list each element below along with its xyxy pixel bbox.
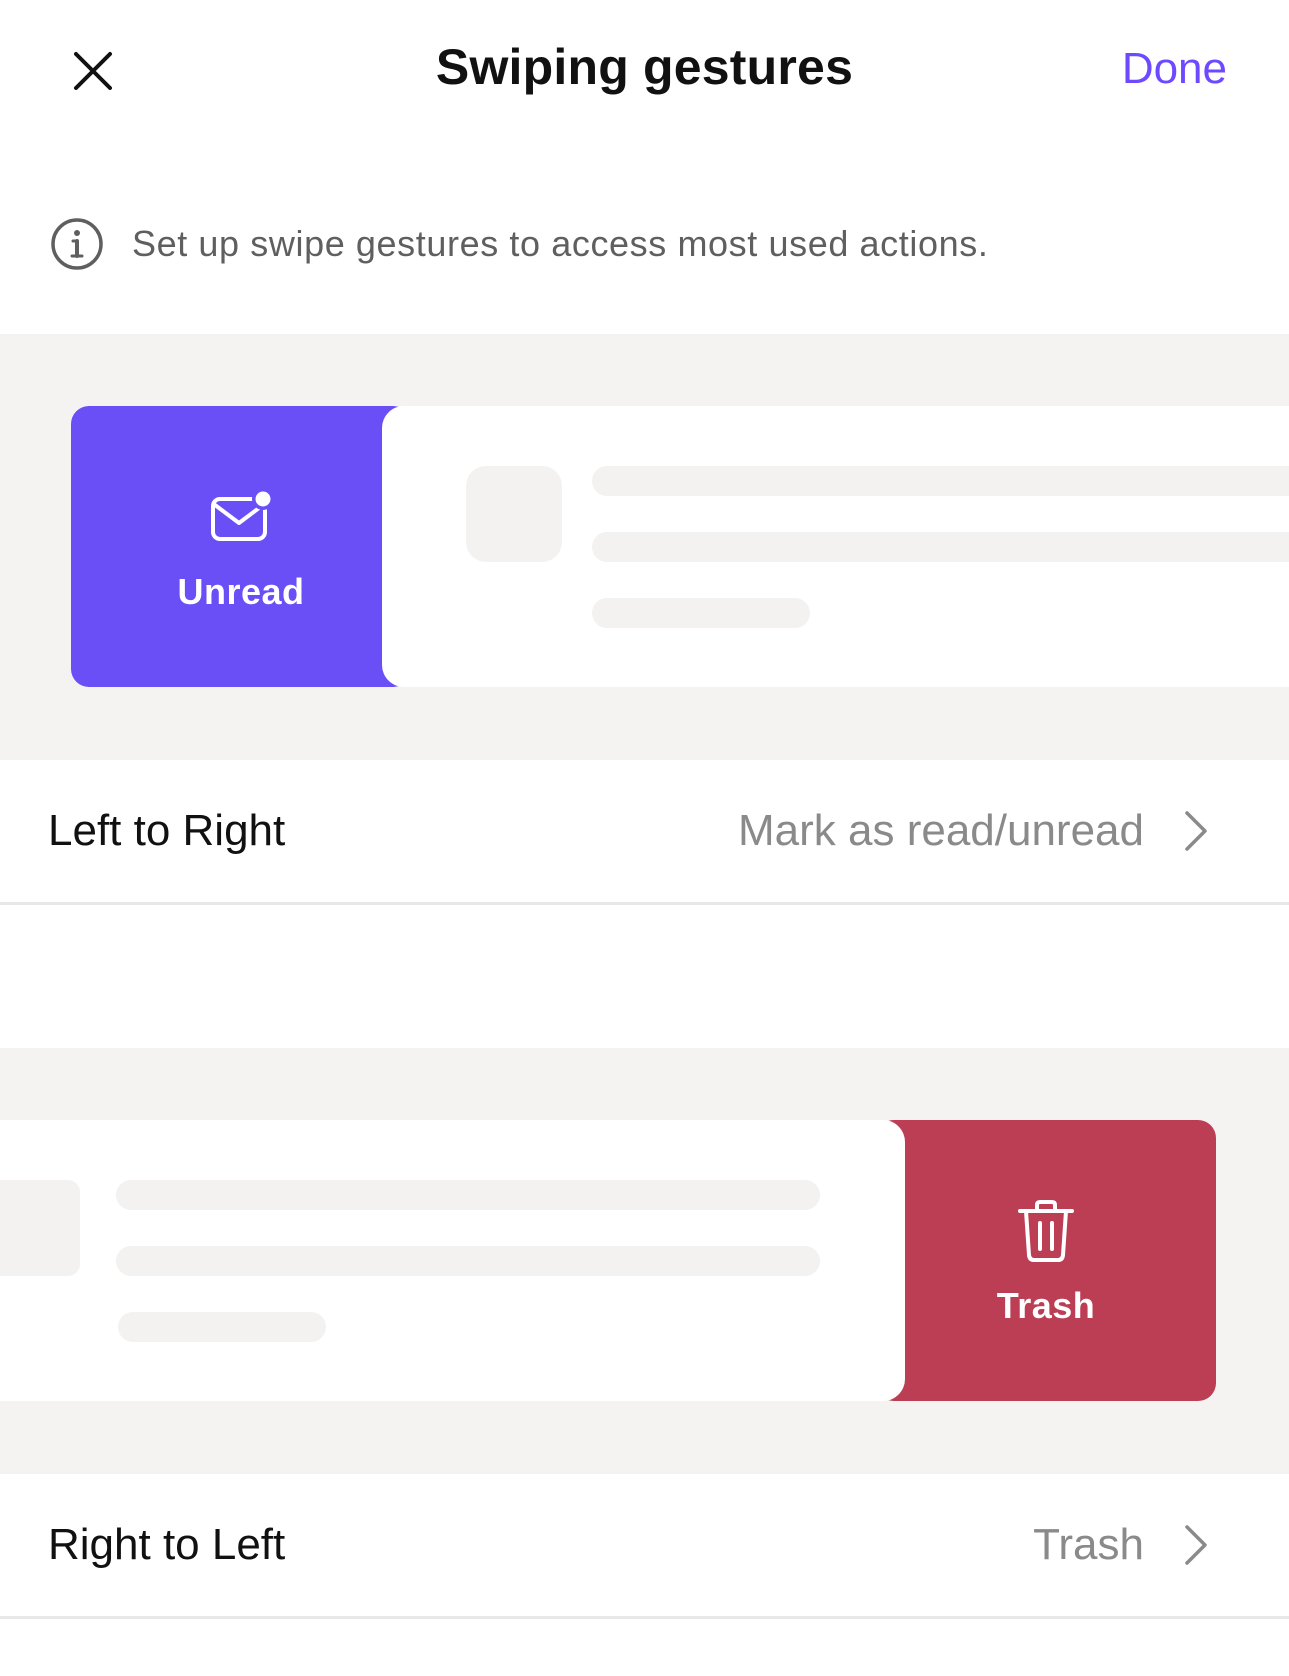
row-label: Right to Left: [48, 1520, 286, 1569]
chevron-right-icon: [1185, 1525, 1207, 1565]
message-card-placeholder: [0, 1120, 905, 1401]
text-line-placeholder: [116, 1246, 820, 1276]
avatar-placeholder: [466, 466, 562, 562]
swiping-gestures-sheet: Swiping gestures Done Set up swipe gestu…: [0, 0, 1289, 1676]
text-line-placeholder: [592, 532, 1289, 562]
text-line-placeholder: [592, 598, 810, 628]
unread-action-tile: Unread: [71, 406, 411, 687]
trash-action-tile: Trash: [876, 1120, 1216, 1401]
unread-action-label: Unread: [177, 570, 305, 612]
message-card-placeholder: [382, 406, 1289, 687]
envelope-unread-icon: [211, 487, 274, 541]
trash-action-label: Trash: [996, 1284, 1096, 1326]
text-line-placeholder: [116, 1180, 820, 1210]
chevron-right-icon: [1185, 811, 1207, 851]
text-line-placeholder: [592, 466, 1289, 496]
done-button[interactable]: Done: [1122, 44, 1227, 94]
row-value: Mark as read/unread: [738, 806, 1144, 855]
left-to-right-preview: Unread: [0, 334, 1289, 760]
left-to-right-setting-row[interactable]: Left to Right Mark as read/unread: [0, 760, 1289, 905]
right-to-left-setting-row[interactable]: Right to Left Trash: [0, 1474, 1289, 1619]
page-title: Swiping gestures: [435, 39, 854, 95]
info-message: Set up swipe gestures to access most use…: [50, 217, 988, 271]
avatar-placeholder: [0, 1180, 80, 1276]
right-to-left-preview: Trash: [0, 1048, 1289, 1474]
row-label: Left to Right: [48, 806, 286, 855]
info-text: Set up swipe gestures to access most use…: [132, 223, 989, 264]
trash-icon: [1018, 1199, 1074, 1262]
text-line-placeholder: [118, 1312, 326, 1342]
row-value: Trash: [1033, 1520, 1144, 1569]
info-icon: [51, 218, 103, 270]
